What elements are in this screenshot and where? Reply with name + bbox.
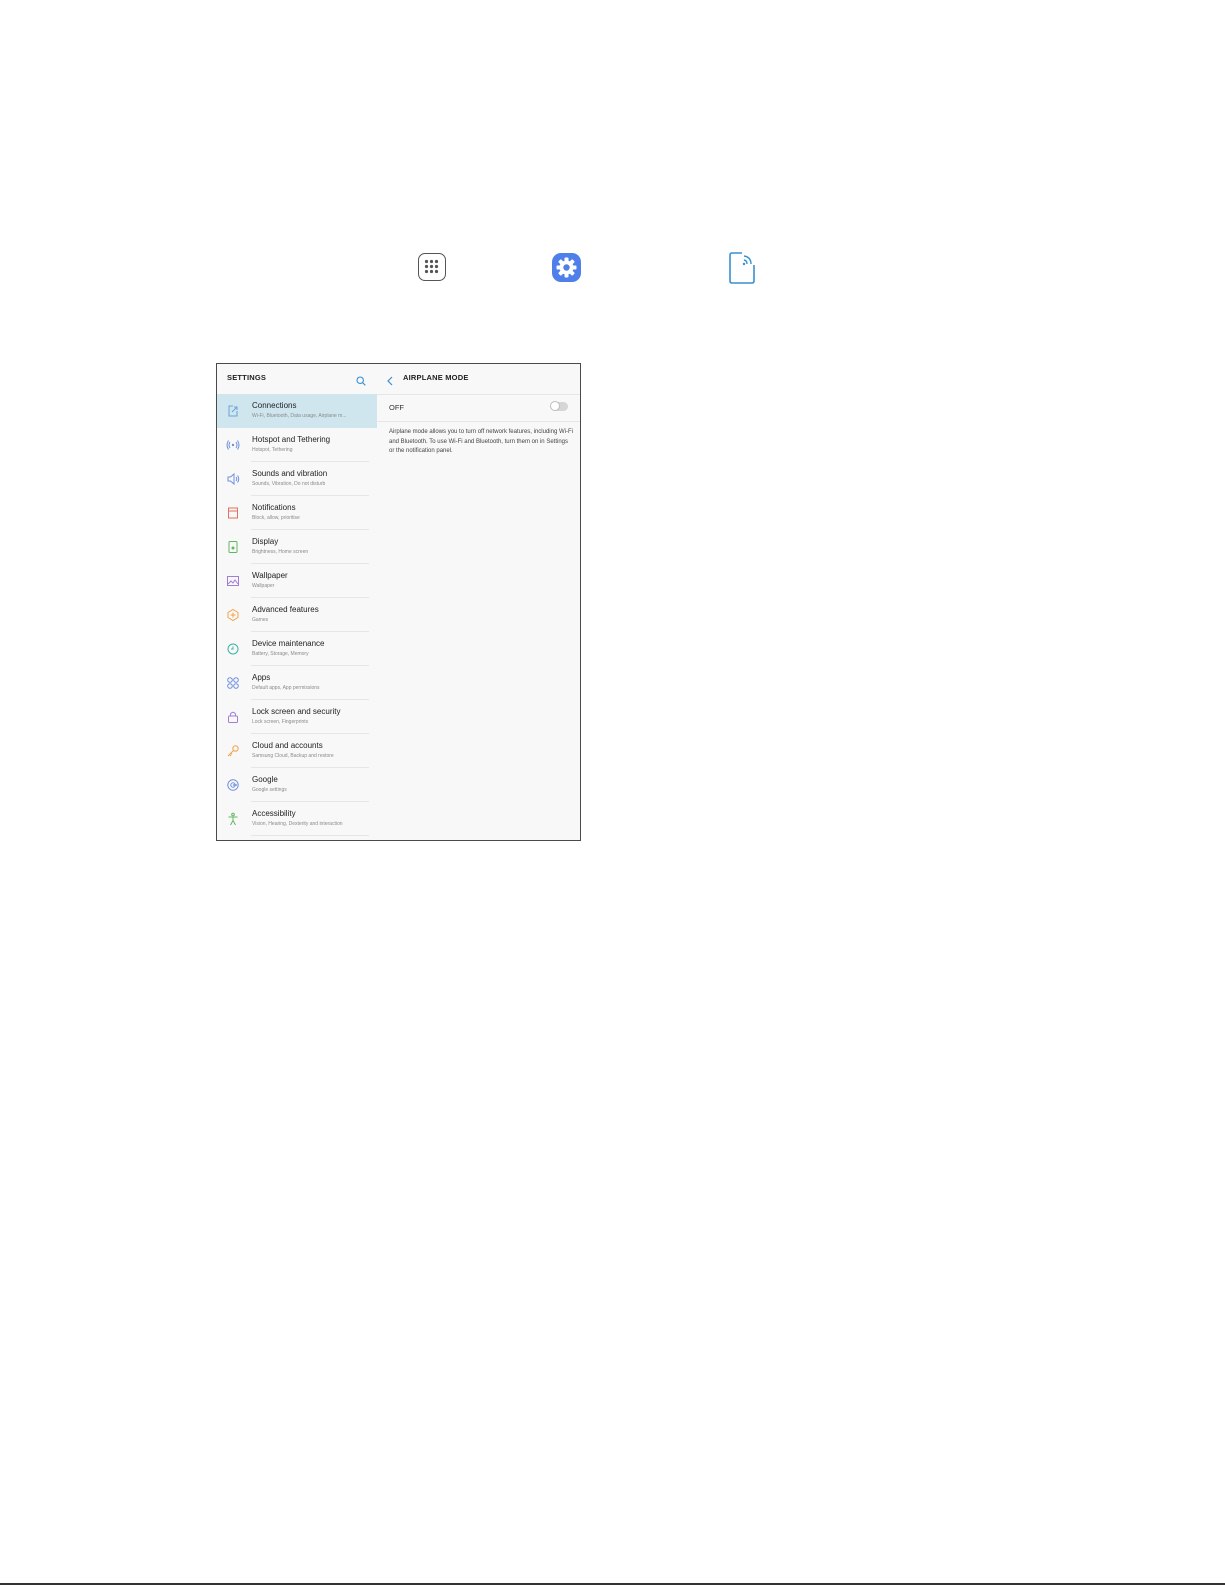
menu-item-subtitle: Brightness, Home screen: [252, 549, 309, 555]
menu-item-title: Accessibility: [252, 809, 296, 818]
notifications-icon: [226, 506, 240, 520]
menu-item-subtitle: Samsung Cloud, Backup and restore: [252, 753, 334, 759]
menu-item-title: Wallpaper: [252, 571, 288, 580]
settings-screenshot: SETTINGS Connections Wi-Fi, Bluetooth, Da…: [216, 363, 581, 841]
menu-item-cloud-and-accounts[interactable]: Cloud and accounts Samsung Cloud, Backup …: [217, 734, 377, 768]
menu-item-subtitle: Lock screen, Fingerprints: [252, 719, 309, 725]
back-icon[interactable]: [386, 373, 394, 386]
menu-item-notifications[interactable]: Notifications Block, allow, prioritise: [217, 496, 377, 530]
menu-item-accessibility[interactable]: Accessibility Vision, Hearing, Dexterity …: [217, 802, 377, 836]
key-icon: [226, 744, 240, 758]
menu-item-apps[interactable]: Apps Default apps, App permissions: [217, 666, 377, 700]
menu-item-title: Advanced features: [252, 605, 319, 614]
menu-item-title: Apps: [252, 673, 271, 682]
menu-item-title: Hotspot and Tethering: [252, 435, 331, 444]
menu-item-subtitle: Sounds, Vibration, Do not disturb: [252, 481, 326, 487]
menu-item-hotspot-and-tethering[interactable]: Hotspot and Tethering Hotspot, Tethering: [217, 428, 377, 462]
airplane-mode-description: Airplane mode allows you to turn off net…: [389, 429, 573, 454]
menu-item-subtitle: Games: [252, 617, 269, 623]
toggle-state-label: OFF: [389, 403, 404, 412]
airplane-mode-panel: AIRPLANE MODE OFF Airplane mode allows y…: [377, 364, 580, 840]
connections-icon: [729, 252, 755, 284]
menu-item-title: Connections: [252, 401, 297, 410]
airplane-mode-toggle-row[interactable]: OFF: [377, 394, 580, 422]
menu-item-title: Device maintenance: [252, 639, 325, 648]
menu-item-lock-screen-and-security[interactable]: Lock screen and security Lock screen, Fin…: [217, 700, 377, 734]
display-icon: [226, 540, 240, 554]
menu-item-subtitle: Hotspot, Tethering: [252, 447, 293, 453]
wallpaper-icon: [226, 574, 240, 588]
airplane-mode-switch[interactable]: [550, 401, 568, 411]
menu-item-device-maintenance[interactable]: Device maintenance Battery, Storage, Memo…: [217, 632, 377, 666]
sound-icon: [226, 472, 240, 486]
hotspot-icon: [226, 438, 240, 452]
menu-item-subtitle: Battery, Storage, Memory: [252, 651, 309, 657]
search-icon[interactable]: [356, 373, 366, 386]
menu-item-google[interactable]: Google Google settings: [217, 768, 377, 802]
menu-item-subtitle: Wallpaper: [252, 583, 275, 589]
settings-title: SETTINGS: [227, 373, 267, 382]
menu-item-subtitle: Vision, Hearing, Dexterity and interacti…: [252, 821, 343, 827]
menu-item-subtitle: Google settings: [252, 787, 287, 793]
page-title: AIRPLANE MODE: [403, 373, 469, 382]
menu-item-title: Google: [252, 775, 278, 784]
menu-item-advanced-features[interactable]: Advanced features Games: [217, 598, 377, 632]
settings-menu-panel: SETTINGS Connections Wi-Fi, Bluetooth, Da…: [217, 364, 378, 840]
menu-item-title: Sounds and vibration: [252, 469, 328, 478]
google-icon: [226, 778, 240, 792]
device-maintenance-icon: [226, 642, 240, 656]
menu-item-title: Lock screen and security: [252, 707, 341, 716]
menu-item-subtitle: Block, allow, prioritise: [252, 515, 300, 521]
menu-item-subtitle: Default apps, App permissions: [252, 685, 320, 691]
menu-item-connections[interactable]: Connections Wi-Fi, Bluetooth, Data usage,…: [217, 394, 377, 428]
lock-icon: [226, 710, 240, 724]
apps-icon: [418, 253, 446, 281]
menu-item-sounds-and-vibration[interactable]: Sounds and vibration Sounds, Vibration, D…: [217, 462, 377, 496]
apps-grid-icon: [226, 676, 240, 690]
connections-icon: [226, 404, 240, 418]
menu-item-title: Notifications: [252, 503, 296, 512]
advanced-features-icon: [226, 608, 240, 622]
settings-icon: [552, 253, 581, 282]
menu-item-display[interactable]: Display Brightness, Home screen: [217, 530, 377, 564]
menu-item-title: Cloud and accounts: [252, 741, 323, 750]
menu-item-title: Display: [252, 537, 279, 546]
accessibility-icon: [226, 812, 240, 826]
settings-menu-list: Connections Wi-Fi, Bluetooth, Data usage,…: [217, 394, 377, 836]
menu-divider: [251, 835, 369, 836]
menu-item-subtitle: Wi-Fi, Bluetooth, Data usage, Airplane m…: [252, 413, 347, 419]
page-divider: [0, 1583, 1225, 1585]
switch-knob: [550, 401, 560, 411]
settings-header: SETTINGS: [217, 364, 377, 394]
airplane-mode-header: AIRPLANE MODE: [377, 364, 580, 395]
menu-item-wallpaper[interactable]: Wallpaper Wallpaper: [217, 564, 377, 598]
